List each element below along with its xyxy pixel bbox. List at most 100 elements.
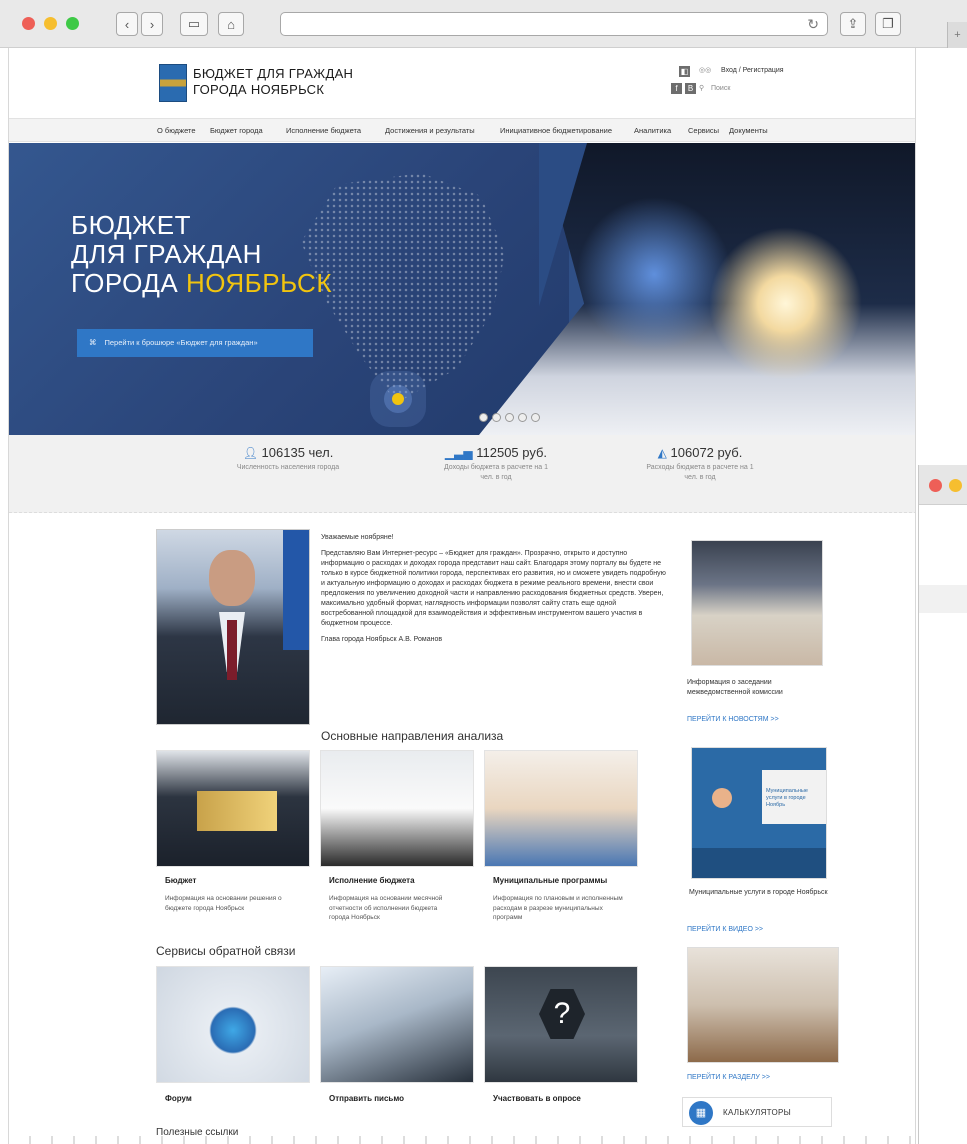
second-close-button[interactable] bbox=[929, 479, 942, 492]
survey-card-title[interactable]: Участвовать в опросе bbox=[493, 1094, 581, 1103]
video-banner-text: Муниципальные услуги в городе Ноябрь bbox=[766, 788, 808, 808]
execution-card-desc: Информация на основании месячной отчетно… bbox=[329, 895, 443, 921]
mayor-address: Уважаемые ноябряне! Представляю Вам Инте… bbox=[321, 533, 669, 651]
stat-income: ▁▃▅ 112505 руб. Доходы бюджета в расчете… bbox=[411, 445, 581, 483]
zoom-window-button[interactable] bbox=[66, 17, 79, 30]
news-link[interactable]: ПЕРЕЙТИ К НОВОСТЯМ >> bbox=[687, 716, 779, 723]
analysis-title: Основные направления анализа bbox=[321, 729, 504, 743]
slider-dot-1[interactable] bbox=[479, 413, 488, 422]
browser-toolbar: ‹ › ▭ ⌂ ↻ ⇪ ❐ + bbox=[0, 0, 967, 48]
video-link[interactable]: ПЕРЕЙТИ К ВИДЕО >> bbox=[687, 926, 763, 933]
video-thumbnail[interactable]: Муниципальные услуги в городе Ноябрь bbox=[691, 747, 827, 879]
video-caption[interactable]: Муниципальные услуги в городе Ноябрьск bbox=[689, 888, 829, 898]
chevron-left-icon: ‹ bbox=[124, 16, 130, 32]
stat-income-value: 112505 руб. bbox=[476, 445, 548, 460]
tabs-button[interactable]: ❐ bbox=[875, 12, 901, 36]
stat-expense: ◭ 106072 руб. Расходы бюджета в расчете … bbox=[615, 445, 785, 483]
chevron-right-icon: › bbox=[149, 16, 155, 32]
footer-pattern bbox=[9, 1136, 915, 1144]
nav-item-about[interactable]: О бюджете bbox=[157, 126, 196, 135]
flag-image bbox=[283, 530, 309, 650]
nav-item-analytics[interactable]: Аналитика bbox=[634, 126, 671, 135]
programs-card-title[interactable]: Муниципальные программы bbox=[493, 876, 607, 885]
accessibility-icon[interactable]: ◧ bbox=[679, 66, 690, 77]
tabs-icon: ❐ bbox=[882, 16, 894, 31]
address-bar[interactable]: ↻ bbox=[280, 12, 828, 36]
brochure-button[interactable]: ⌘ Перейти к брошюре «Бюджет для граждан» bbox=[77, 329, 313, 357]
nav-item-budget[interactable]: Бюджет города bbox=[210, 126, 263, 135]
nav-item-initiative[interactable]: Инициативное бюджетирование bbox=[500, 126, 612, 135]
home-button[interactable]: ⌂ bbox=[218, 12, 244, 36]
news-image[interactable] bbox=[691, 540, 823, 666]
letter-body: Представляю Вам Интернет-ресурс – «Бюдже… bbox=[321, 550, 666, 627]
forward-button[interactable]: › bbox=[141, 12, 163, 36]
mayor-face bbox=[209, 550, 255, 606]
nav-item-results[interactable]: Достижения и результаты bbox=[385, 126, 475, 135]
site-title-line2: ГОРОДА НОЯБРЬСК bbox=[193, 82, 325, 97]
sidebar-toggle-button[interactable]: ▭ bbox=[180, 12, 208, 36]
execution-card-title[interactable]: Исполнение бюджета bbox=[329, 876, 415, 885]
sidebar-icon: ▭ bbox=[187, 16, 201, 31]
slider-dot-4[interactable] bbox=[518, 413, 527, 422]
budget-card-image[interactable] bbox=[156, 750, 310, 867]
login-link[interactable]: Вход / Регистрация bbox=[721, 67, 784, 74]
classroom-image[interactable] bbox=[687, 947, 839, 1063]
calculators-button[interactable]: ▦ КАЛЬКУЛЯТОРЫ bbox=[682, 1097, 832, 1127]
social-icon-1[interactable]: f bbox=[671, 83, 682, 94]
close-window-button[interactable] bbox=[22, 17, 35, 30]
slider-dot-5[interactable] bbox=[531, 413, 540, 422]
budget-card-title[interactable]: Бюджет bbox=[165, 876, 196, 885]
mayor-tie bbox=[227, 620, 237, 680]
forum-card-title[interactable]: Форум bbox=[165, 1094, 192, 1103]
share-icon: ⇪ bbox=[847, 16, 859, 31]
stat-population: 👤︎ 106135 чел. Численность населения гор… bbox=[203, 445, 373, 473]
city-marker-icon bbox=[392, 393, 404, 405]
stats-strip: 👤︎ 106135 чел. Численность населения гор… bbox=[9, 435, 915, 513]
stat-income-caption: Доходы бюджета в расчете на 1 чел. в год bbox=[443, 464, 549, 481]
programs-card-image[interactable] bbox=[484, 750, 638, 867]
mayor-portrait bbox=[156, 529, 310, 725]
social-icon-2[interactable]: B bbox=[685, 83, 696, 94]
area-chart-icon: ◭ bbox=[657, 446, 667, 460]
search-link[interactable]: Поиск bbox=[711, 85, 730, 92]
news-caption[interactable]: Информация о заседании межведомственной … bbox=[687, 678, 827, 698]
person-icon: 👤︎ bbox=[242, 446, 258, 460]
forum-card-image[interactable] bbox=[156, 966, 310, 1083]
nav-item-execution[interactable]: Исполнение бюджета bbox=[286, 126, 361, 135]
minimize-window-button[interactable] bbox=[44, 17, 57, 30]
search-icon[interactable]: ⚲ bbox=[699, 84, 704, 92]
share-button[interactable]: ⇪ bbox=[840, 12, 866, 36]
new-tab-button[interactable]: + bbox=[947, 22, 967, 48]
hero-title-line2: ДЛЯ ГРАЖДАН bbox=[71, 239, 262, 269]
budget-card-desc: Информация на основании решения о бюджет… bbox=[165, 895, 282, 912]
glasses-icon[interactable]: ◎◎ bbox=[699, 66, 711, 74]
survey-card-image[interactable]: ? bbox=[484, 966, 638, 1083]
brochure-button-label: Перейти к брошюре «Бюджет для граждан» bbox=[104, 338, 258, 347]
budget-chart-graphic bbox=[197, 791, 277, 831]
nav-item-documents[interactable]: Документы bbox=[729, 126, 768, 135]
feedback-title: Сервисы обратной связи bbox=[156, 944, 296, 958]
send-letter-card-title[interactable]: Отправить письмо bbox=[329, 1094, 404, 1103]
stat-expense-caption: Расходы бюджета в расчете на 1 чел. в го… bbox=[646, 464, 754, 481]
execution-card-image[interactable] bbox=[320, 750, 474, 867]
letter-greeting: Уважаемые ноябряне! bbox=[321, 534, 394, 541]
reload-icon[interactable]: ↻ bbox=[807, 16, 819, 33]
home-icon: ⌂ bbox=[227, 16, 235, 32]
slider-pagination bbox=[479, 413, 540, 422]
bar-chart-icon: ▁▃▅ bbox=[444, 446, 473, 460]
hero-banner: БЮДЖЕТ ДЛЯ ГРАЖДАН ГОРОДА НОЯБРЬСК ⌘ Пере… bbox=[9, 143, 915, 435]
letter-signature: Глава города Ноябрьск А.В. Романов bbox=[321, 636, 443, 643]
page-viewport: БЮДЖЕТ ДЛЯ ГРАЖДАН ГОРОДА НОЯБРЬСК ◧ f B… bbox=[8, 48, 916, 1144]
nav-item-services[interactable]: Сервисы bbox=[688, 126, 719, 135]
site-title-line1: БЮДЖЕТ ДЛЯ ГРАЖДАН bbox=[193, 66, 354, 81]
send-letter-card-image[interactable] bbox=[320, 966, 474, 1083]
second-minimize-button[interactable] bbox=[949, 479, 962, 492]
second-window-toolbar bbox=[919, 465, 967, 505]
site-title[interactable]: БЮДЖЕТ ДЛЯ ГРАЖДАН ГОРОДА НОЯБРЬСК bbox=[193, 66, 353, 98]
back-button[interactable]: ‹ bbox=[116, 12, 138, 36]
city-emblem-logo[interactable] bbox=[159, 64, 187, 102]
slider-dot-2[interactable] bbox=[492, 413, 501, 422]
section-link[interactable]: ПЕРЕЙТИ К РАЗДЕЛУ >> bbox=[687, 1074, 770, 1081]
stat-population-value: 106135 чел. bbox=[261, 445, 334, 460]
slider-dot-3[interactable] bbox=[505, 413, 514, 422]
